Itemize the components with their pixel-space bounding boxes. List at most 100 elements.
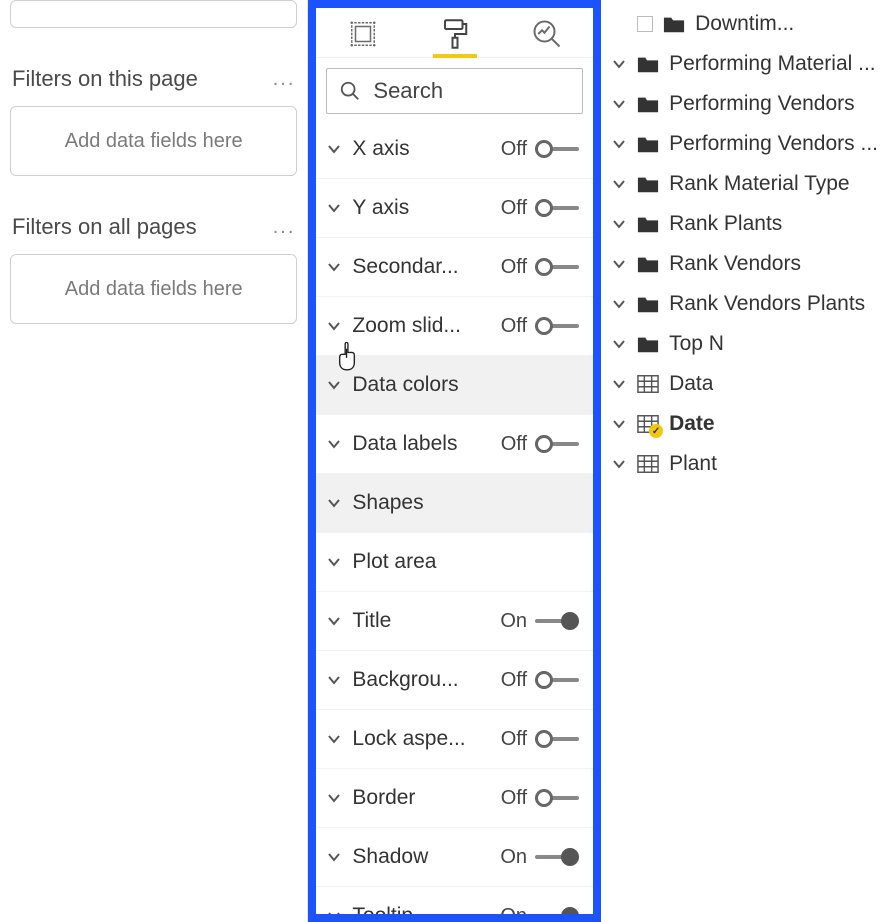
format-option-label: Plot area <box>352 550 579 574</box>
format-option-label: Border <box>352 786 500 810</box>
toggle-switch[interactable] <box>535 671 579 689</box>
chevron-down-icon <box>326 613 342 629</box>
format-option-row[interactable]: Secondar...Off <box>316 238 593 297</box>
field-row[interactable]: ✓Date <box>605 404 884 444</box>
table-icon <box>637 454 659 474</box>
dropzone-placeholder: Add data fields here <box>65 278 243 301</box>
toggle-state-label: Off <box>501 787 527 810</box>
toggle-state-label: Off <box>501 433 527 456</box>
format-option-label: Lock aspe... <box>352 727 500 751</box>
field-row[interactable]: Performing Vendors <box>605 84 884 124</box>
field-label: Performing Vendors <box>669 92 855 116</box>
format-option-row[interactable]: Lock aspe...Off <box>316 710 593 769</box>
tab-format[interactable] <box>425 10 485 57</box>
format-option-row[interactable]: Data colors <box>316 356 593 415</box>
format-options-list[interactable]: X axisOffY axisOffSecondar...OffZoom sli… <box>316 120 593 914</box>
chevron-down-icon[interactable] <box>611 336 627 352</box>
filter-dropzone-all[interactable]: Add data fields here <box>10 254 297 324</box>
toggle-switch[interactable] <box>535 317 579 335</box>
format-option-label: Backgrou... <box>352 668 500 692</box>
toggle-switch[interactable] <box>535 848 579 866</box>
format-option-row[interactable]: Data labelsOff <box>316 415 593 474</box>
format-option-row[interactable]: ShadowOn <box>316 828 593 887</box>
format-option-label: X axis <box>352 137 500 161</box>
field-checkbox[interactable] <box>637 16 653 32</box>
format-option-row[interactable]: Shapes <box>316 474 593 533</box>
toggle-switch[interactable] <box>535 199 579 217</box>
field-row[interactable]: Rank Material Type <box>605 164 884 204</box>
more-options-icon[interactable]: ... <box>273 68 296 91</box>
filter-dropzone-visual[interactable] <box>10 0 297 28</box>
field-row[interactable]: Plant <box>605 444 884 484</box>
field-row[interactable]: Performing Vendors ... <box>605 124 884 164</box>
folder-icon <box>637 334 659 354</box>
field-label: Performing Vendors ... <box>669 132 878 156</box>
field-row[interactable]: Rank Vendors <box>605 244 884 284</box>
chevron-down-icon <box>326 259 342 275</box>
filter-dropzone-page[interactable]: Add data fields here <box>10 106 297 176</box>
format-option-row[interactable]: BorderOff <box>316 769 593 828</box>
chevron-down-icon[interactable] <box>611 256 627 272</box>
field-label: Plant <box>669 452 717 476</box>
filter-section-all-label: Filters on all pages <box>12 214 197 240</box>
format-option-row[interactable]: Plot area <box>316 533 593 592</box>
filter-section-page-label: Filters on this page <box>12 66 198 92</box>
field-row[interactable]: Downtim... <box>605 4 884 44</box>
folder-icon <box>637 134 659 154</box>
format-option-label: Secondar... <box>352 255 500 279</box>
chevron-down-icon <box>326 495 342 511</box>
chevron-down-icon[interactable] <box>611 456 627 472</box>
field-label: Performing Material ... <box>669 52 876 76</box>
toggle-switch[interactable] <box>535 435 579 453</box>
toggle-state-label: On <box>500 846 527 869</box>
field-label: Data <box>669 372 713 396</box>
folder-icon <box>637 254 659 274</box>
format-option-row[interactable]: X axisOff <box>316 120 593 179</box>
toggle-state-label: Off <box>501 138 527 161</box>
chevron-down-icon[interactable] <box>611 96 627 112</box>
toggle-switch[interactable] <box>535 140 579 158</box>
format-option-row[interactable]: Y axisOff <box>316 179 593 238</box>
format-option-row[interactable]: TooltipOn <box>316 887 593 914</box>
tab-analytics[interactable] <box>517 10 577 57</box>
field-row[interactable]: Top N <box>605 324 884 364</box>
chevron-down-icon[interactable] <box>611 56 627 72</box>
chevron-down-icon <box>326 672 342 688</box>
toggle-switch[interactable] <box>535 730 579 748</box>
field-label: Top N <box>669 332 724 356</box>
tab-fields[interactable] <box>333 10 393 57</box>
folder-icon <box>637 54 659 74</box>
field-label: Downtim... <box>695 12 794 36</box>
chevron-down-icon <box>326 790 342 806</box>
format-option-row[interactable]: Backgrou...Off <box>316 651 593 710</box>
chevron-down-icon[interactable] <box>611 176 627 192</box>
dropzone-placeholder: Add data fields here <box>65 130 243 153</box>
field-row[interactable]: Rank Plants <box>605 204 884 244</box>
chevron-down-icon <box>326 200 342 216</box>
toggle-switch[interactable] <box>535 907 579 914</box>
field-row[interactable]: Data <box>605 364 884 404</box>
table-icon: ✓ <box>637 414 659 434</box>
folder-icon <box>637 294 659 314</box>
chevron-down-icon[interactable] <box>611 296 627 312</box>
toggle-switch[interactable] <box>535 612 579 630</box>
chevron-down-icon[interactable] <box>611 376 627 392</box>
toggle-state-label: Off <box>501 669 527 692</box>
filter-section-page-header: Filters on this page ... <box>10 48 297 106</box>
field-row[interactable]: Rank Vendors Plants <box>605 284 884 324</box>
more-options-icon[interactable]: ... <box>273 216 296 239</box>
search-input[interactable]: Search <box>326 68 583 114</box>
toggle-switch[interactable] <box>535 789 579 807</box>
chevron-down-icon <box>326 436 342 452</box>
format-option-row[interactable]: Zoom slid...Off <box>316 297 593 356</box>
chevron-down-icon[interactable] <box>611 136 627 152</box>
chevron-down-icon[interactable] <box>611 216 627 232</box>
toggle-switch[interactable] <box>535 258 579 276</box>
chevron-down-icon <box>326 141 342 157</box>
toggle-state-label: Off <box>501 197 527 220</box>
toggle-state-label: On <box>500 610 527 633</box>
format-option-row[interactable]: TitleOn <box>316 592 593 651</box>
field-row[interactable]: Performing Material ... <box>605 44 884 84</box>
chevron-down-icon[interactable] <box>611 416 627 432</box>
folder-icon <box>637 94 659 114</box>
